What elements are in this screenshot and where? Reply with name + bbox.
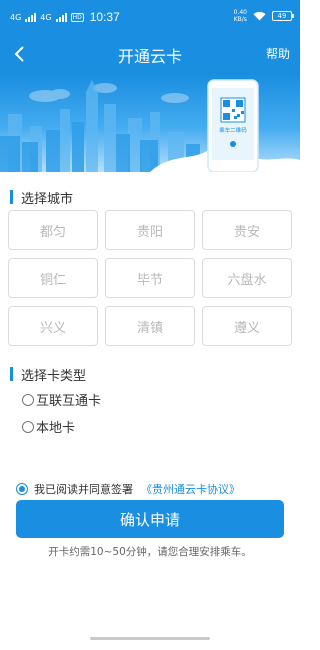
signal-icon-2 bbox=[55, 12, 67, 22]
signal-label-1: 4G bbox=[10, 12, 22, 22]
nav-bar: 开通云卡 帮助 bbox=[0, 34, 300, 74]
card-section-title: 选择卡类型 bbox=[21, 368, 87, 384]
signal-label-2: 4G bbox=[40, 12, 52, 22]
cloud-icon bbox=[29, 83, 189, 103]
page-title: 开通云卡 bbox=[117, 47, 182, 66]
city-option-qingzhen[interactable]: 清镇 bbox=[105, 306, 195, 346]
card-option-interconnect[interactable]: 互联互通卡 bbox=[22, 390, 101, 409]
agreement-row: 我已阅读并同意签署 《贵州通云卡协议》 bbox=[16, 481, 240, 497]
city-option-duyun[interactable]: 都匀 bbox=[8, 210, 98, 250]
agreement-text: 我已阅读并同意签署 bbox=[34, 483, 133, 496]
city-option-zunyi[interactable]: 遵义 bbox=[202, 306, 292, 346]
signal-icon bbox=[25, 12, 37, 22]
city-section-header: 选择城市 bbox=[10, 188, 74, 207]
status-bar: 4G 4G HD 10:37 0.40 KB/s 49 bbox=[0, 0, 300, 34]
agreement-checkbox[interactable] bbox=[16, 483, 28, 495]
wifi-icon bbox=[253, 11, 266, 21]
banner-illustration: 乘车二维码 bbox=[0, 74, 300, 172]
city-option-tongren[interactable]: 铜仁 bbox=[8, 258, 98, 298]
city-section-title: 选择城市 bbox=[21, 191, 74, 207]
city-option-liupanshui[interactable]: 六盘水 bbox=[202, 258, 292, 298]
city-option-guiyang[interactable]: 贵阳 bbox=[105, 210, 195, 250]
city-option-xingyi[interactable]: 兴义 bbox=[8, 306, 98, 346]
speed-value: 0.40 bbox=[233, 9, 247, 16]
clock: 10:37 bbox=[89, 10, 120, 24]
home-indicator[interactable] bbox=[90, 637, 210, 640]
city-option-bijie[interactable]: 毕节 bbox=[105, 258, 195, 298]
confirm-button[interactable]: 确认申请 bbox=[16, 500, 284, 538]
card-section-header: 选择卡类型 bbox=[10, 365, 87, 384]
agreement-link[interactable]: 《贵州通云卡协议》 bbox=[141, 481, 240, 497]
info-note: 开卡约需10~50分钟，请您合理安排乘车。 bbox=[48, 546, 252, 558]
card-option-label: 互联互通卡 bbox=[36, 394, 102, 409]
section-accent-bar bbox=[10, 367, 13, 381]
network-speed: 0.40 KB/s bbox=[234, 9, 247, 23]
radio-icon[interactable] bbox=[22, 420, 34, 433]
city-grid: 都匀 贵阳 贵安 铜仁 毕节 六盘水 兴义 清镇 遵义 bbox=[8, 210, 292, 346]
speed-unit: KB/s bbox=[233, 16, 247, 23]
help-link[interactable]: 帮助 bbox=[266, 45, 290, 62]
phone-caption: 乘车二维码 bbox=[219, 126, 247, 134]
city-skyline-illustration: 乘车二维码 bbox=[0, 79, 300, 172]
hd-badge: HD bbox=[70, 12, 84, 22]
battery-icon: 49 bbox=[272, 11, 294, 21]
phone-qr-icon: 乘车二维码 bbox=[207, 79, 259, 172]
section-accent-bar bbox=[10, 190, 13, 204]
card-option-label: 本地卡 bbox=[36, 421, 76, 436]
card-option-local[interactable]: 本地卡 bbox=[22, 417, 75, 436]
radio-icon[interactable] bbox=[22, 393, 34, 406]
battery-level: 49 bbox=[277, 12, 287, 20]
city-option-guian[interactable]: 贵安 bbox=[202, 210, 292, 250]
